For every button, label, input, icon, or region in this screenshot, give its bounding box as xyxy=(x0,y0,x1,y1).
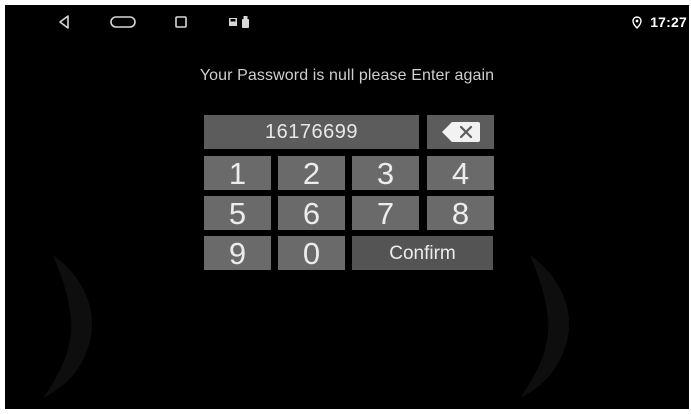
key-8[interactable]: 8 xyxy=(427,196,494,230)
usb-icon xyxy=(242,16,249,28)
status-bar: 17:27 xyxy=(5,5,689,39)
home-icon xyxy=(110,16,136,28)
key-1[interactable]: 1 xyxy=(204,156,271,190)
status-right: 17:27 xyxy=(632,13,687,31)
back-icon xyxy=(59,15,69,29)
clock: 17:27 xyxy=(650,14,687,30)
backspace-button[interactable] xyxy=(427,115,494,149)
key-9[interactable]: 9 xyxy=(204,236,271,270)
back-button[interactable] xyxy=(55,14,73,30)
key-7[interactable]: 7 xyxy=(352,196,419,230)
background-decoration-left xyxy=(43,255,92,398)
key-4[interactable]: 4 xyxy=(427,156,494,190)
location-pin-icon xyxy=(632,15,642,29)
key-5[interactable]: 5 xyxy=(204,196,271,230)
screen: 17:27 Your Password is null please Enter… xyxy=(5,5,689,409)
home-button[interactable] xyxy=(109,14,137,30)
recents-icon xyxy=(175,16,187,28)
key-6[interactable]: 6 xyxy=(278,196,345,230)
backspace-icon xyxy=(441,122,480,142)
confirm-button[interactable]: Confirm xyxy=(352,236,493,270)
notification-icons xyxy=(229,15,249,29)
recents-button[interactable] xyxy=(173,14,189,30)
password-display: 16176699 xyxy=(204,115,419,149)
key-3[interactable]: 3 xyxy=(352,156,419,190)
background-decoration-right xyxy=(520,255,569,398)
key-0[interactable]: 0 xyxy=(278,236,345,270)
password-prompt: Your Password is null please Enter again xyxy=(199,67,495,84)
key-2[interactable]: 2 xyxy=(278,156,345,190)
sd-card-icon xyxy=(229,18,237,26)
